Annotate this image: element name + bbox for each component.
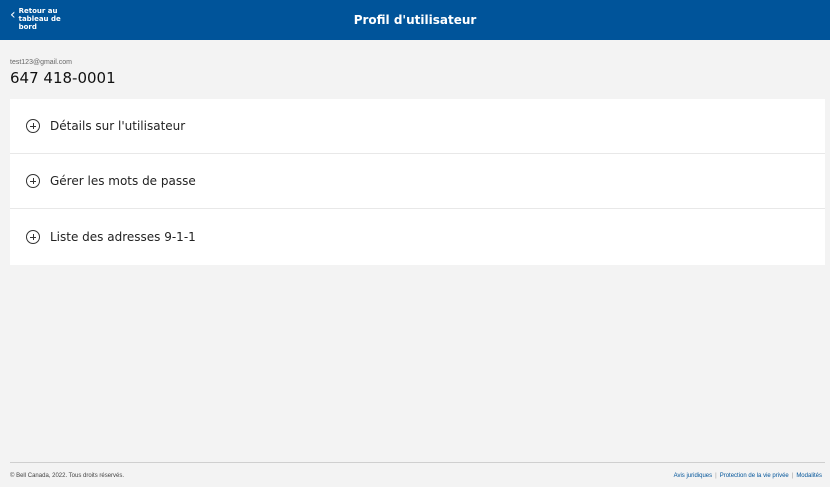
section-label: Gérer les mots de passe (50, 174, 196, 188)
plus-circle-icon (26, 230, 40, 244)
chevron-left-icon: ‹ (10, 7, 16, 23)
footer-link-privacy[interactable]: Protection de la vie privée (717, 473, 792, 479)
footer: © Bell Canada, 2022. Tous droits réservé… (10, 462, 825, 487)
section-label: Liste des adresses 9-1-1 (50, 230, 196, 244)
top-bar: ‹ Retour au tableau de bord Profil d'uti… (0, 0, 830, 40)
accordion-sections: Détails sur l'utilisateur Gérer les mots… (10, 99, 825, 265)
section-user-details[interactable]: Détails sur l'utilisateur (10, 99, 825, 154)
section-manage-passwords[interactable]: Gérer les mots de passe (10, 154, 825, 209)
footer-link-terms[interactable]: Modalités (793, 473, 825, 479)
footer-links: Avis juridiques | Protection de la vie p… (671, 473, 825, 479)
user-phone: 647 418-0001 (10, 69, 116, 87)
back-link-label: Retour au tableau de bord (18, 7, 61, 31)
section-label: Détails sur l'utilisateur (50, 119, 186, 133)
user-email: test123@gmail.com (10, 59, 72, 66)
back-to-dashboard-link[interactable]: ‹ Retour au tableau de bord (10, 7, 79, 31)
plus-circle-icon (26, 174, 40, 188)
plus-circle-icon (26, 119, 40, 133)
copyright-text: © Bell Canada, 2022. Tous droits réservé… (10, 473, 125, 479)
footer-link-legal[interactable]: Avis juridiques (671, 473, 716, 479)
user-summary: test123@gmail.com 647 418-0001 (10, 58, 116, 87)
page-title: Profil d'utilisateur (353, 13, 477, 27)
section-911-addresses[interactable]: Liste des adresses 9-1-1 (10, 209, 825, 265)
